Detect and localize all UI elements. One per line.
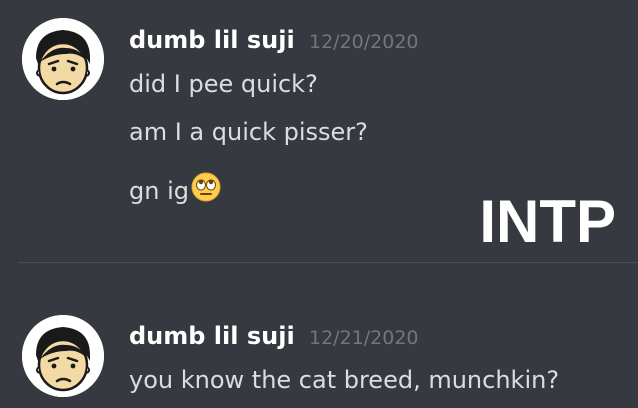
avatar[interactable] [22, 315, 104, 397]
author-name[interactable]: dumb lil suji [129, 322, 295, 350]
avatar[interactable] [22, 18, 104, 100]
message-divider [18, 262, 638, 263]
message-text-with-emoji: gn ig [129, 172, 221, 208]
message-text: am I a quick pisser? [129, 118, 368, 146]
message-timestamp: 12/21/2020 [309, 327, 419, 349]
message-text: gn ig [129, 177, 189, 205]
overlay-label: INTP [479, 188, 616, 255]
author-name[interactable]: dumb lil suji [129, 26, 295, 54]
worried-face-avatar-icon [22, 315, 104, 397]
message-timestamp: 12/20/2020 [309, 31, 419, 53]
message-text: did I pee quick? [129, 70, 318, 98]
message-text: you know the cat breed, munchkin? [129, 366, 560, 394]
eye-roll-emoji-icon [191, 172, 221, 208]
worried-face-avatar-icon [22, 18, 104, 100]
